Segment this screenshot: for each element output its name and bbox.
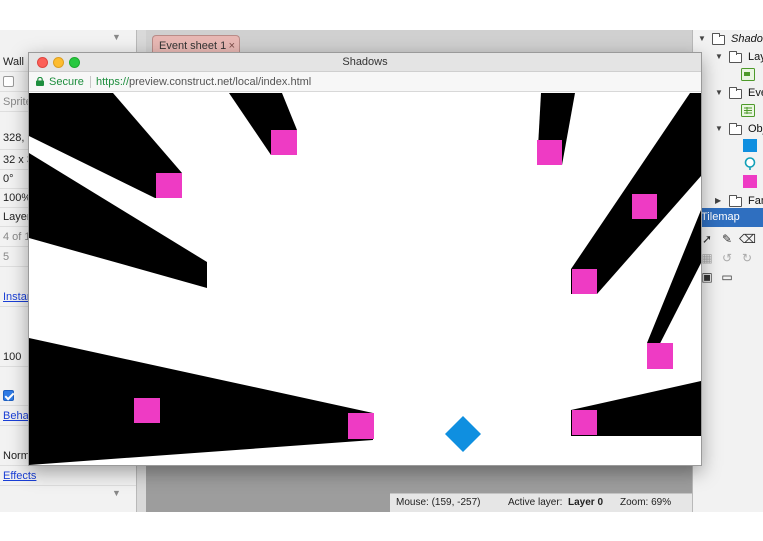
pencil-icon[interactable]: ✎ [719,231,735,247]
tree-label-layouts: Lay [748,51,763,63]
wall-block [632,194,657,219]
tree-item-event-sheet[interactable] [693,102,763,120]
zoom-level: Zoom: 69% [620,497,672,508]
effects-link[interactable]: Effects [0,466,136,486]
secure-label: Secure [49,76,84,88]
scroll-down-icon[interactable]: ▼ [112,488,121,498]
tree-item-wall-object[interactable] [693,174,763,192]
player-sprite-swatch [743,139,757,152]
wall-sprite-icon [743,175,757,188]
tree-item-project[interactable]: ▼ Shadows [693,30,763,48]
eraser-icon[interactable]: ⌫ [739,231,756,247]
folder-icon [729,195,742,207]
rotate-left-icon[interactable]: ↺ [719,250,735,266]
window-titlebar[interactable]: Shadows [29,53,701,72]
tilemap-toolbar: ➚ ✎ ⌫ ▦ ↺ ↻ ▣ ▭ [693,227,763,287]
expand-arrow-icon[interactable]: ▼ [715,120,723,138]
wall-block [572,269,597,294]
address-divider [90,76,91,88]
lock-icon [36,77,44,86]
tilemap-panel-title: Tilemap [701,211,740,223]
wall-block [348,413,374,439]
open-folder-icon[interactable]: ▭ [719,269,735,285]
wall-block [572,410,597,435]
expand-arrow-icon[interactable]: ▼ [715,48,723,66]
folder-icon [729,87,742,99]
wall-block [156,173,182,198]
tree-item-light-object[interactable] [693,156,763,174]
tree-label-object-types: Obj [748,123,763,135]
tree-item-player-object[interactable] [693,138,763,156]
property-checkbox[interactable] [3,76,14,87]
wall-block [134,398,160,423]
layout-icon [741,68,755,81]
shadow-layer [29,93,701,465]
folder-icon [729,51,742,63]
event-sheet-icon [741,104,755,117]
url-scheme: https:// [96,76,130,88]
wall-block [537,140,562,165]
tab-label: Event sheet 1 [159,40,227,52]
window-title: Shadows [342,56,388,68]
url-text[interactable]: https://preview.construct.net/local/inde… [96,72,311,92]
active-layer-label: Active layer: [508,497,563,508]
scroll-up-icon[interactable]: ▼ [112,32,121,42]
tree-item-event-sheets[interactable]: ▼ Eve [693,84,763,102]
light-bulb-icon [744,157,756,170]
expand-arrow-icon[interactable]: ▼ [698,30,706,48]
wall-sprite-swatch [743,175,757,188]
expand-arrow-icon[interactable]: ▼ [715,84,723,102]
folder-icon [712,33,725,45]
game-scene [29,93,701,465]
active-layer-value: Layer 0 [568,497,604,508]
tree-item-layouts[interactable]: ▼ Lay [693,48,763,66]
tree-item-layout[interactable] [693,66,763,84]
tree-label-event-sheets: Eve [748,87,763,99]
address-bar[interactable]: Secure https://preview.construct.net/loc… [29,72,701,92]
mouse-coordinates: Mouse: (159, -257) [396,497,481,508]
player-sprite [445,416,481,452]
preview-browser-window: Shadows Secure https://preview.construct… [28,52,702,466]
url-path: preview.construct.net/local/index.html [129,76,312,88]
tilemap-panel-header: Tilemap [693,208,763,227]
behavior-checkbox[interactable] [3,390,14,401]
wall-block [271,130,297,155]
shadow [29,338,373,465]
game-canvas[interactable] [29,93,701,465]
rotate-right-icon[interactable]: ↻ [739,250,755,266]
screen: ▼ Wall Sprite 328, 6 32 x 3 0° 100% Laye… [0,0,763,541]
status-bar: Mouse: (159, -257) Active layer: Layer 0… [390,493,692,512]
player-sprite-icon [743,139,757,152]
tree-item-object-types[interactable]: ▼ Obj [693,120,763,138]
project-panel: ▼ Shadows ▼ Lay ▼ Eve ▼ [692,30,763,512]
wall-block [647,343,673,369]
folder-icon [729,123,742,135]
tree-label-project: Shadows [731,33,763,45]
